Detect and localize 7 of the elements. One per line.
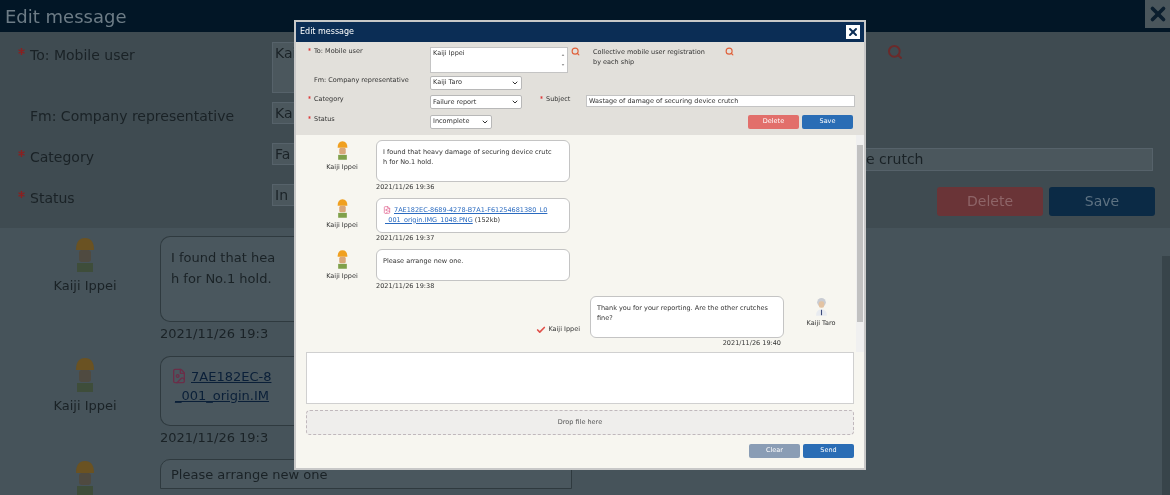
message-text: Please arrange new one <box>171 466 329 484</box>
save-button[interactable]: Save <box>1049 187 1155 216</box>
file-link[interactable]: 7AE182EC-8 <box>191 366 272 386</box>
page-title: Edit message <box>4 4 127 29</box>
message-text: h for No.1 hold. <box>171 270 273 288</box>
file-link[interactable]: _001_origin.IM <box>171 386 294 406</box>
dialog-title: Edit message <box>300 26 354 38</box>
